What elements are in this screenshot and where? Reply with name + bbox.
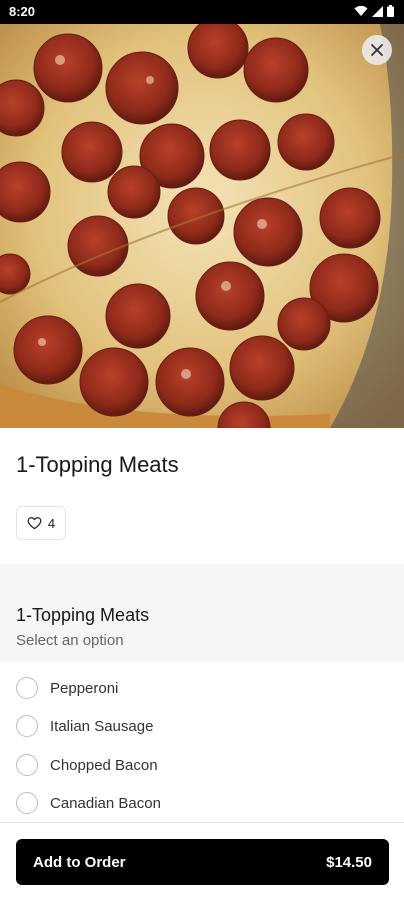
option-canadian-bacon[interactable]: Canadian Bacon [16, 789, 161, 817]
like-button[interactable]: 4 [16, 506, 66, 540]
heart-icon [27, 517, 42, 530]
radio-button[interactable] [16, 715, 38, 737]
system-icons [354, 5, 394, 17]
status-time: 8:20 [9, 4, 36, 19]
option-label: Pepperoni [50, 679, 119, 697]
section-title: 1-Topping Meats [16, 605, 150, 625]
wifi-icon [354, 5, 368, 16]
close-button[interactable] [362, 35, 392, 65]
option-label: Chopped Bacon [50, 756, 158, 774]
battery-icon [387, 5, 394, 17]
radio-button[interactable] [16, 677, 38, 699]
close-icon [371, 44, 383, 56]
option-label: Canadian Bacon [50, 794, 161, 812]
cell-signal-icon [372, 5, 383, 17]
status-bar: 8:20 [0, 0, 404, 24]
add-to-order-label: Add to Order [33, 853, 126, 871]
item-title: 1-Topping Meats [16, 452, 179, 477]
add-to-order-button[interactable]: Add to Order $14.50 [16, 839, 389, 885]
hero-image [0, 24, 404, 428]
option-pepperoni[interactable]: Pepperoni [16, 674, 118, 702]
order-price: $14.50 [326, 853, 372, 871]
section-subtitle: Select an option [16, 632, 124, 649]
like-count: 4 [47, 515, 56, 531]
radio-button[interactable] [16, 792, 38, 814]
radio-button[interactable] [16, 754, 38, 776]
option-chopped-bacon[interactable]: Chopped Bacon [16, 751, 158, 779]
pizza-photo [0, 24, 404, 428]
option-italian-sausage[interactable]: Italian Sausage [16, 712, 153, 740]
option-label: Italian Sausage [50, 717, 154, 735]
